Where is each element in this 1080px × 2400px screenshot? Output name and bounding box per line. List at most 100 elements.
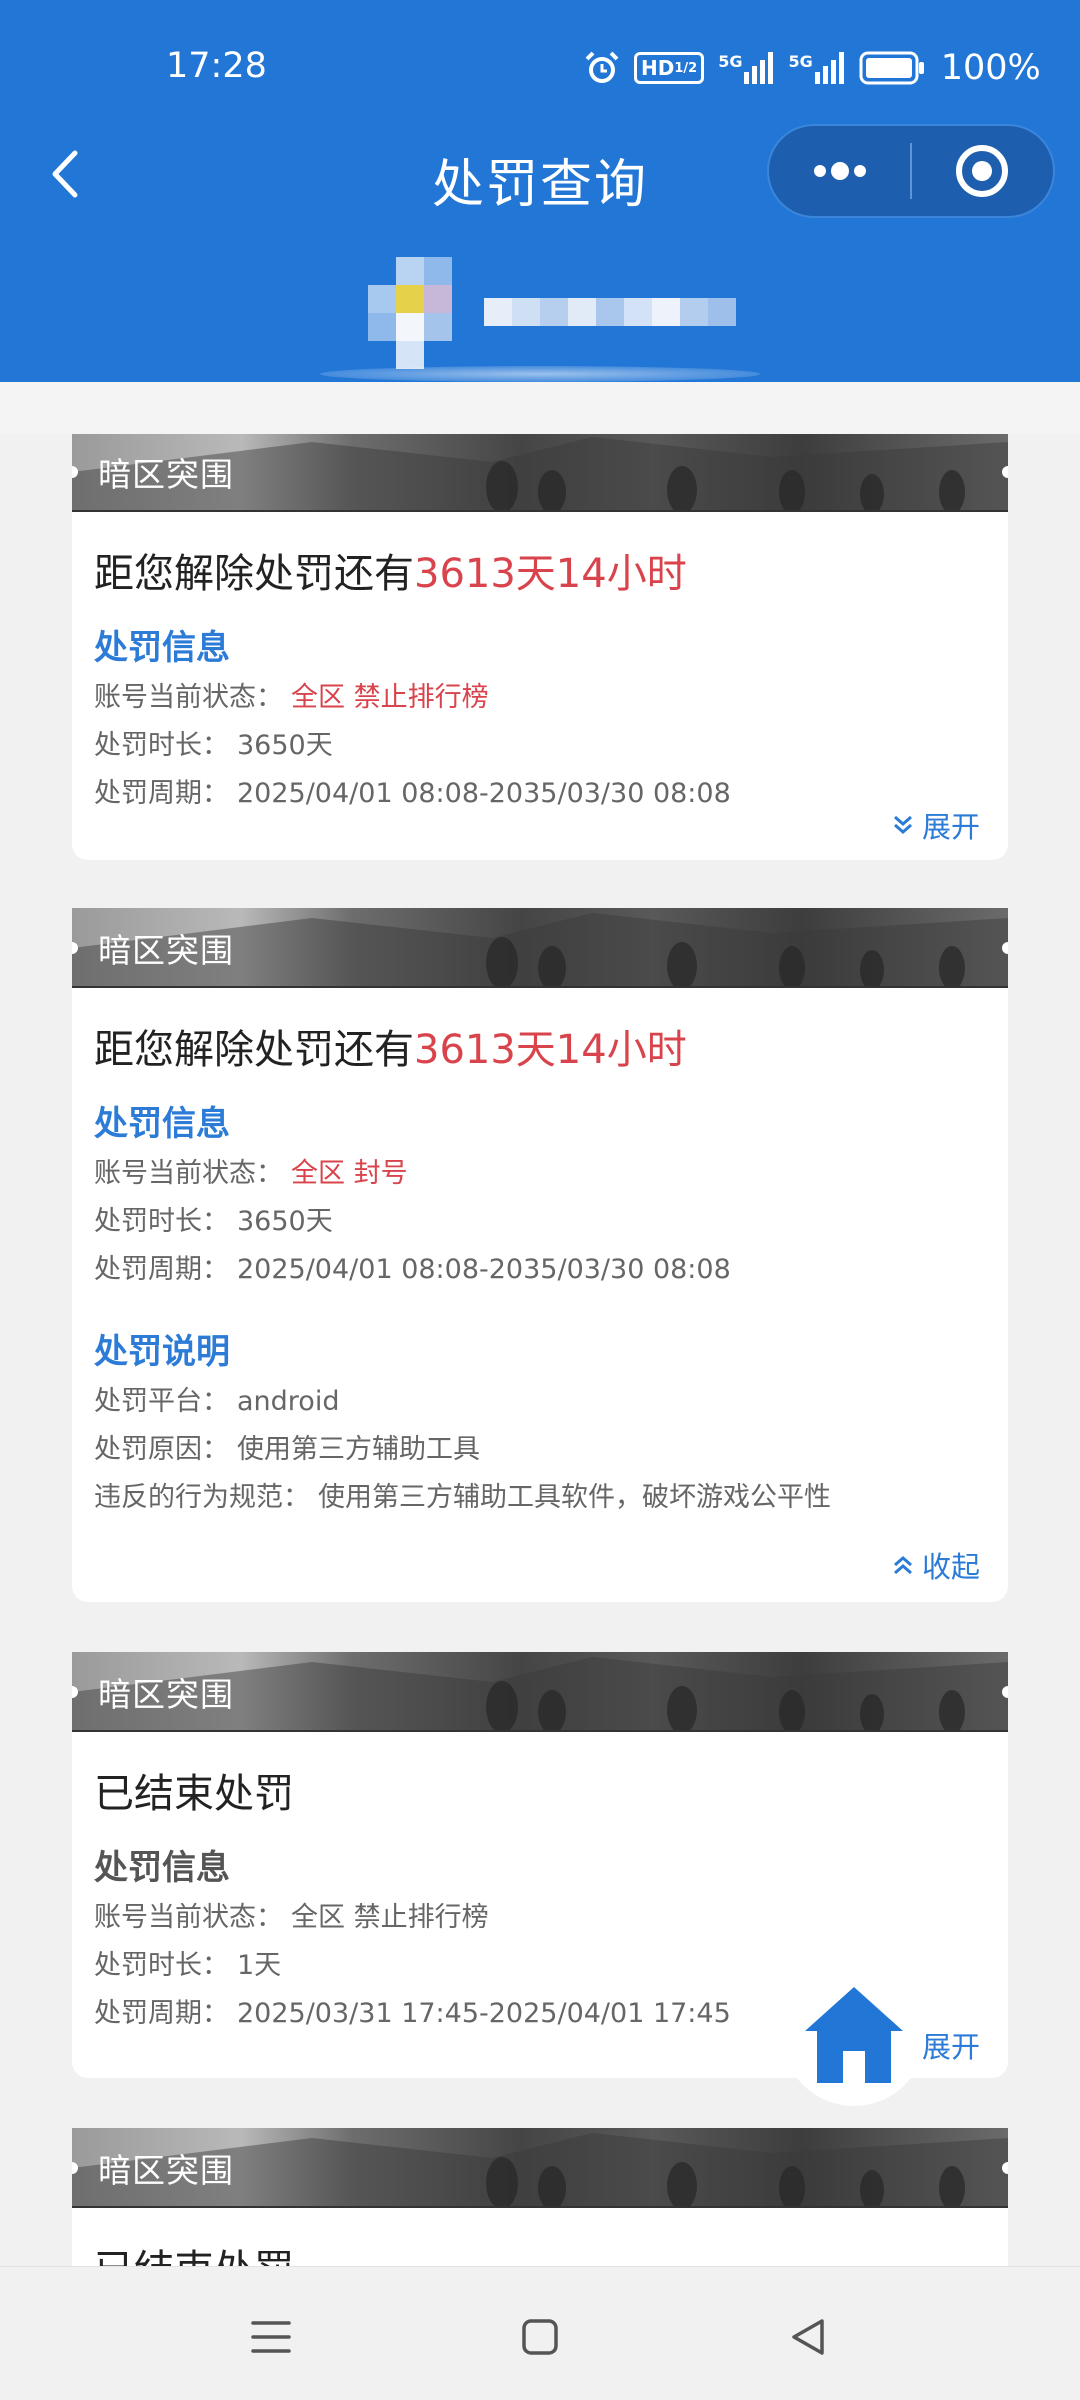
game-name: 暗区突围 [98, 2151, 234, 2190]
section-title-explain: 处罚说明 [94, 1332, 230, 1372]
more-dots-icon [813, 162, 866, 180]
penalty-headline: 已结束处罚 [94, 2238, 986, 2266]
signal-5g-1: 5G [718, 52, 774, 84]
info-row-status: 账号当前状态： 全区 禁止排行榜 [94, 1894, 986, 1942]
row-label: 违反的行为规范： [94, 1482, 310, 1513]
status-icons: HD 1/2 5G 5G 100% [584, 46, 1041, 90]
row-label: 账号当前状态： [94, 1902, 283, 1933]
penalty-headline: 已结束处罚 [94, 1771, 294, 1817]
section-title-info: 处罚信息 [94, 628, 230, 668]
remaining-time: 3613天14小时 [414, 1027, 687, 1073]
menu-icon [251, 2321, 291, 2353]
username-blurred [484, 298, 736, 326]
banner-notch-right [1002, 2162, 1008, 2174]
card-banner: 暗区突围 [72, 434, 1008, 512]
row-label: 处罚时长： [94, 730, 229, 761]
penalty-headline: 距您解除处罚还有3613天14小时 [94, 542, 986, 606]
toggle-label: 收起 [921, 1550, 980, 1584]
recent-apps-button[interactable] [231, 2297, 311, 2377]
section-title-info: 处罚信息 [94, 1848, 230, 1888]
info-row-status: 账号当前状态： 全区 封号 [94, 1150, 986, 1198]
header-glow [320, 366, 760, 382]
row-value: 使用第三方辅助工具软件，破坏游戏公平性 [318, 1482, 831, 1513]
explain-row-platform: 处罚平台： android [94, 1378, 986, 1426]
row-value: 3650天 [237, 730, 333, 761]
banner-notch-right [1002, 942, 1008, 954]
user-profile [366, 252, 736, 372]
toggle-label: 展开 [921, 810, 980, 844]
card-body: 已结束处罚 [72, 2208, 1008, 2266]
row-label: 处罚周期： [94, 1254, 229, 1285]
card-banner: 暗区突围 [72, 1652, 1008, 1732]
card-banner: 暗区突围 [72, 2128, 1008, 2208]
penalty-card: 暗区突围 距您解除处罚还有3613天14小时 处罚信息 账号当前状态： 全区 封号… [72, 908, 1008, 1602]
status-time: 17:28 [166, 46, 267, 86]
row-value: 2025/03/31 17:45-2025/04/01 17:45 [237, 1998, 731, 2029]
game-name: 暗区突围 [98, 931, 234, 970]
hd-badge: HD 1/2 [634, 52, 705, 84]
card-body: 距您解除处罚还有3613天14小时 处罚信息 账号当前状态： 全区 封号 处罚时长… [72, 988, 1008, 1584]
battery-percent: 100% [940, 48, 1041, 88]
explain-row-reason: 处罚原因： 使用第三方辅助工具 [94, 1426, 986, 1474]
row-label: 处罚周期： [94, 778, 229, 809]
home-button[interactable] [782, 1962, 926, 2106]
double-chevron-down-icon [893, 815, 912, 834]
game-name: 暗区突围 [98, 1675, 234, 1714]
row-label: 处罚原因： [94, 1434, 229, 1465]
headline-prefix: 距您解除处罚还有 [94, 551, 414, 597]
system-back-button[interactable] [768, 2297, 848, 2377]
penalty-card: 暗区突围 距您解除处罚还有3613天14小时 处罚信息 账号当前状态： 全区 禁止… [72, 434, 1008, 860]
signal-bars-icon [744, 52, 774, 84]
expand-toggle[interactable]: 展开 [892, 804, 980, 846]
penalty-list[interactable]: 暗区突围 距您解除处罚还有3613天14小时 处罚信息 账号当前状态： 全区 禁止… [0, 434, 1080, 2266]
more-button[interactable] [769, 124, 910, 218]
remaining-time: 3613天14小时 [414, 551, 687, 597]
row-value: 2025/04/01 08:08-2035/03/30 08:08 [237, 1254, 731, 1285]
close-button[interactable] [912, 124, 1053, 218]
row-value: 全区 禁止排行榜 [291, 682, 489, 713]
battery-icon [859, 51, 924, 85]
row-label: 账号当前状态： [94, 1158, 283, 1189]
row-value: 3650天 [237, 1206, 333, 1237]
avatar [366, 257, 454, 369]
row-label: 处罚周期： [94, 1998, 229, 2029]
card-banner: 暗区突围 [72, 908, 1008, 988]
net-label-2: 5G [788, 52, 813, 71]
row-value: 使用第三方辅助工具 [237, 1434, 480, 1465]
double-chevron-up-icon [893, 1556, 912, 1575]
nav-bar: 处罚查询 [0, 124, 1080, 224]
system-nav-bar [0, 2266, 1080, 2400]
header-shadow-band [0, 382, 1080, 434]
row-value: 全区 封号 [291, 1158, 408, 1189]
system-home-button[interactable] [500, 2297, 580, 2377]
row-value: 全区 禁止排行榜 [291, 1902, 489, 1933]
collapse-toggle[interactable]: 收起 [892, 1544, 980, 1586]
hd-label: HD [641, 56, 675, 80]
info-row-period: 处罚周期： 2025/04/01 08:08-2035/03/30 08:08 [94, 770, 986, 818]
info-row-duration: 处罚时长： 3650天 [94, 1198, 986, 1246]
triangle-back-icon [792, 2319, 824, 2355]
row-value: 2025/04/01 08:08-2035/03/30 08:08 [237, 778, 731, 809]
square-home-icon [522, 2319, 558, 2355]
game-name: 暗区突围 [98, 455, 234, 494]
net-label-1: 5G [718, 52, 743, 71]
banner-notch-right [1002, 1686, 1008, 1698]
info-row-period: 处罚周期： 2025/04/01 08:08-2035/03/30 08:08 [94, 1246, 986, 1294]
app-header: 17:28 HD 1/2 5G 5G 100% 处罚查询 [0, 0, 1080, 382]
info-row-duration: 处罚时长： 3650天 [94, 722, 986, 770]
target-close-icon [956, 145, 1009, 197]
row-label: 处罚时长： [94, 1206, 229, 1237]
section-title-info: 处罚信息 [94, 1104, 230, 1144]
penalty-headline: 距您解除处罚还有3613天14小时 [94, 1018, 986, 1082]
explain-row-violation: 违反的行为规范： 使用第三方辅助工具软件，破坏游戏公平性 [94, 1474, 986, 1522]
mini-program-capsule [767, 124, 1055, 218]
row-label: 账号当前状态： [94, 682, 283, 713]
toggle-label: 展开 [921, 2030, 980, 2064]
row-label: 处罚时长： [94, 1950, 229, 1981]
headline-prefix: 距您解除处罚还有 [94, 1027, 414, 1073]
signal-bars-icon [814, 52, 844, 84]
alarm-icon [585, 51, 619, 83]
status-bar: 17:28 HD 1/2 5G 5G 100% [0, 0, 1080, 130]
home-icon [805, 1987, 903, 2083]
banner-notch-right [1002, 466, 1008, 478]
